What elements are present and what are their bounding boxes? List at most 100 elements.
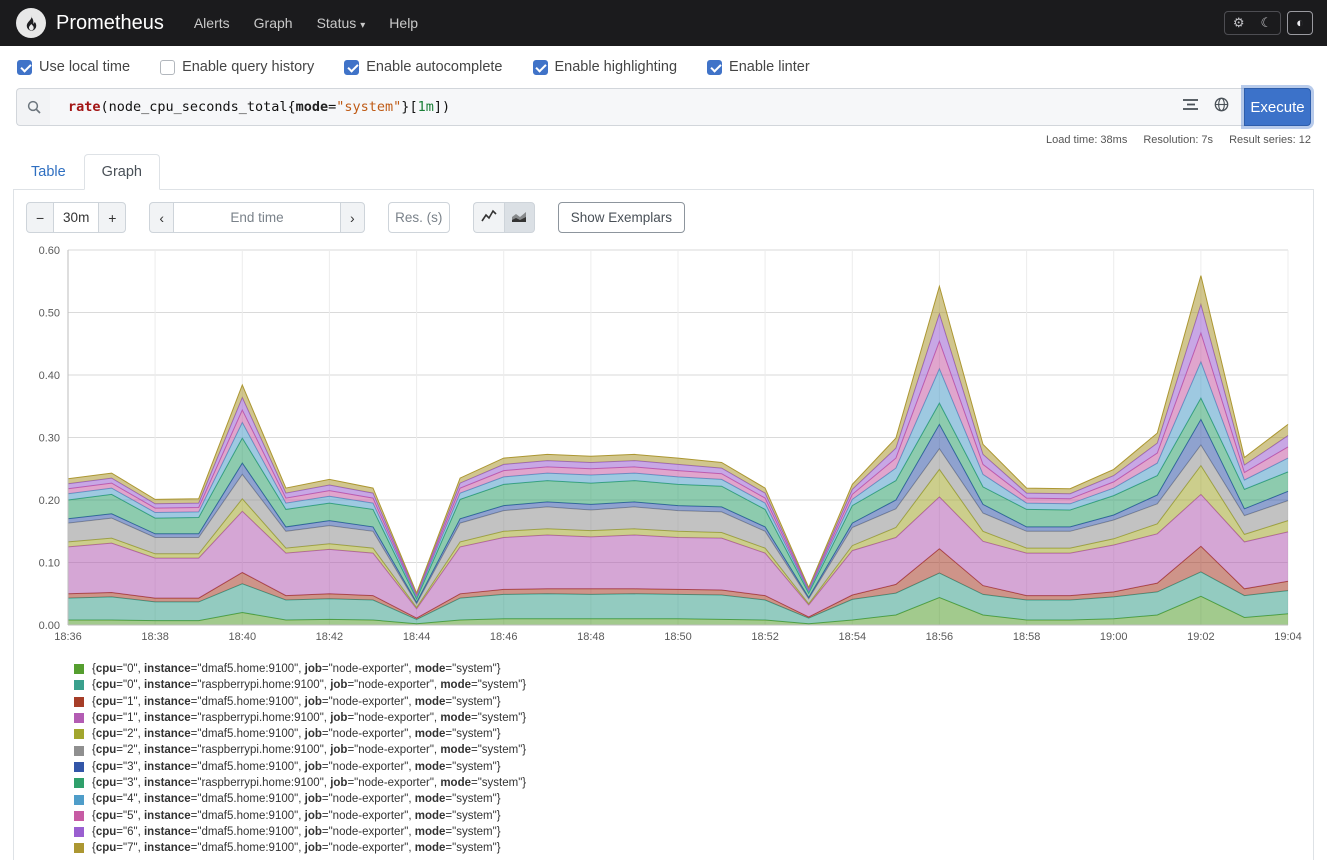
svg-text:18:42: 18:42 bbox=[316, 631, 344, 643]
time-back-button[interactable]: ‹ bbox=[149, 202, 174, 233]
legend-item[interactable]: {cpu="0", instance="dmaf5.home:9100", jo… bbox=[74, 661, 1303, 677]
series-label: {cpu="5", instance="dmaf5.home:9100", jo… bbox=[92, 808, 501, 824]
series-color-swatch bbox=[74, 680, 84, 690]
stacked-graph-button[interactable] bbox=[504, 202, 535, 233]
series-label: {cpu="2", instance="dmaf5.home:9100", jo… bbox=[92, 726, 501, 742]
series-label: {cpu="7", instance="dmaf5.home:9100", jo… bbox=[92, 840, 501, 856]
option-enable-highlighting[interactable]: Enable highlighting bbox=[533, 59, 678, 75]
nav-link-help[interactable]: Help bbox=[377, 7, 430, 39]
svg-text:0.20: 0.20 bbox=[39, 495, 60, 507]
endtime-input-group: ‹ › bbox=[149, 202, 364, 233]
legend-item[interactable]: {cpu="7", instance="dmaf5.home:9100", jo… bbox=[74, 840, 1303, 856]
end-time-input[interactable] bbox=[174, 202, 340, 233]
theme-controls: ⚙ ☾ ◐ bbox=[1224, 11, 1313, 35]
execute-button[interactable]: Execute bbox=[1244, 88, 1311, 126]
svg-text:18:54: 18:54 bbox=[839, 631, 867, 643]
query-expression-input[interactable]: rate(node_cpu_seconds_total{mode="system… bbox=[50, 88, 1168, 126]
panel: TableGraph − + ‹ › bbox=[13, 154, 1314, 860]
settings-gear-icon[interactable]: ⚙ bbox=[1225, 12, 1253, 34]
query-token-label: mode bbox=[296, 99, 329, 115]
series-label: {cpu="3", instance="raspberrypi.home:910… bbox=[92, 775, 526, 791]
query-token-string: "system" bbox=[336, 99, 401, 115]
legend-item[interactable]: {cpu="5", instance="dmaf5.home:9100", jo… bbox=[74, 808, 1303, 824]
query-token-bracket: ] bbox=[434, 99, 442, 115]
theme-contrast-icon[interactable]: ◐ bbox=[1287, 11, 1313, 35]
metrics-explorer-globe-icon[interactable] bbox=[1214, 97, 1229, 117]
checkbox-checked[interactable] bbox=[707, 60, 722, 75]
svg-text:19:00: 19:00 bbox=[1100, 631, 1128, 643]
query-token-metric: node_cpu_seconds_total bbox=[109, 99, 288, 115]
line-graph-button[interactable] bbox=[473, 202, 504, 233]
series-label: {cpu="4", instance="dmaf5.home:9100", jo… bbox=[92, 791, 501, 807]
checkbox-checked[interactable] bbox=[344, 60, 359, 75]
query-input-icons bbox=[1168, 88, 1244, 126]
tab-table[interactable]: Table bbox=[13, 154, 84, 190]
nav-link-graph[interactable]: Graph bbox=[242, 7, 305, 39]
range-decrease-button[interactable]: − bbox=[26, 202, 54, 233]
graph-chart[interactable]: 0.000.100.200.300.400.500.6018:3618:3818… bbox=[24, 243, 1303, 645]
svg-text:19:04: 19:04 bbox=[1274, 631, 1302, 643]
legend-item[interactable]: {cpu="2", instance="dmaf5.home:9100", jo… bbox=[74, 726, 1303, 742]
series-label: {cpu="0", instance="dmaf5.home:9100", jo… bbox=[92, 661, 501, 677]
legend-item[interactable]: {cpu="4", instance="dmaf5.home:9100", jo… bbox=[74, 791, 1303, 807]
checkbox-checked[interactable] bbox=[533, 60, 548, 75]
svg-text:18:46: 18:46 bbox=[490, 631, 518, 643]
resolution-input[interactable] bbox=[388, 202, 450, 233]
tab-graph[interactable]: Graph bbox=[84, 154, 160, 190]
option-enable-autocomplete[interactable]: Enable autocomplete bbox=[344, 59, 502, 75]
option-enable-linter[interactable]: Enable linter bbox=[707, 59, 810, 75]
series-label: {cpu="2", instance="raspberrypi.home:910… bbox=[92, 742, 526, 758]
svg-text:18:52: 18:52 bbox=[751, 631, 779, 643]
query-token-op: = bbox=[328, 99, 336, 115]
legend-item[interactable]: {cpu="1", instance="dmaf5.home:9100", jo… bbox=[74, 694, 1303, 710]
legend-item[interactable]: {cpu="3", instance="raspberrypi.home:910… bbox=[74, 775, 1303, 791]
series-label: {cpu="0", instance="raspberrypi.home:910… bbox=[92, 677, 526, 693]
legend: {cpu="0", instance="dmaf5.home:9100", jo… bbox=[74, 661, 1303, 857]
nav-link-alerts[interactable]: Alerts bbox=[182, 7, 242, 39]
svg-text:0.30: 0.30 bbox=[39, 433, 60, 445]
svg-text:0.50: 0.50 bbox=[39, 308, 60, 320]
query-token-paren: ( bbox=[101, 99, 109, 115]
graph-controls: − + ‹ › bbox=[24, 198, 1303, 241]
series-color-swatch bbox=[74, 778, 84, 788]
stacked-area-chart-svg: 0.000.100.200.300.400.500.6018:3618:3818… bbox=[24, 243, 1303, 645]
options-row: Use local time Enable query history Enable… bbox=[0, 46, 1327, 86]
series-color-swatch bbox=[74, 795, 84, 805]
legend-item[interactable]: {cpu="0", instance="raspberrypi.home:910… bbox=[74, 677, 1303, 693]
panel-body: − + ‹ › bbox=[13, 190, 1314, 860]
svg-text:18:58: 18:58 bbox=[1013, 631, 1041, 643]
svg-text:18:44: 18:44 bbox=[403, 631, 431, 643]
nav-link-status[interactable]: Status▾ bbox=[305, 7, 378, 39]
checkbox-checked[interactable] bbox=[17, 60, 32, 75]
series-color-swatch bbox=[74, 746, 84, 756]
legend-item[interactable]: {cpu="1", instance="raspberrypi.home:910… bbox=[74, 710, 1303, 726]
theme-button-group: ⚙ ☾ bbox=[1224, 11, 1281, 35]
series-color-swatch bbox=[74, 843, 84, 853]
legend-item[interactable]: {cpu="3", instance="dmaf5.home:9100", jo… bbox=[74, 759, 1303, 775]
time-forward-button[interactable]: › bbox=[340, 202, 365, 233]
range-increase-button[interactable]: + bbox=[98, 202, 126, 233]
show-exemplars-button[interactable]: Show Exemplars bbox=[558, 202, 685, 233]
app-title: Prometheus bbox=[56, 12, 164, 35]
svg-text:18:38: 18:38 bbox=[141, 631, 169, 643]
option-label: Enable autocomplete bbox=[366, 59, 502, 75]
query-token-brace: } bbox=[401, 99, 409, 115]
series-label: {cpu="6", instance="dmaf5.home:9100", jo… bbox=[92, 824, 501, 840]
option-label: Enable query history bbox=[182, 59, 314, 75]
panel-tabs: TableGraph bbox=[13, 154, 1314, 190]
legend-item[interactable]: {cpu="2", instance="raspberrypi.home:910… bbox=[74, 742, 1303, 758]
option-enable-query-history[interactable]: Enable query history bbox=[160, 59, 314, 75]
range-input[interactable] bbox=[54, 202, 98, 233]
brand[interactable]: Prometheus bbox=[16, 8, 164, 38]
format-expression-icon[interactable] bbox=[1183, 98, 1199, 116]
stat-item: Resolution: 7s bbox=[1143, 134, 1213, 146]
query-token-paren: ) bbox=[442, 99, 450, 115]
checkbox-unchecked[interactable] bbox=[160, 60, 175, 75]
option-use-local-time[interactable]: Use local time bbox=[17, 59, 130, 75]
series-color-swatch bbox=[74, 713, 84, 723]
query-stats: Load time: 38msResolution: 7sResult seri… bbox=[0, 126, 1327, 146]
series-color-swatch bbox=[74, 664, 84, 674]
stat-item: Result series: 12 bbox=[1229, 134, 1311, 146]
dark-mode-moon-icon[interactable]: ☾ bbox=[1252, 12, 1280, 34]
legend-item[interactable]: {cpu="6", instance="dmaf5.home:9100", jo… bbox=[74, 824, 1303, 840]
